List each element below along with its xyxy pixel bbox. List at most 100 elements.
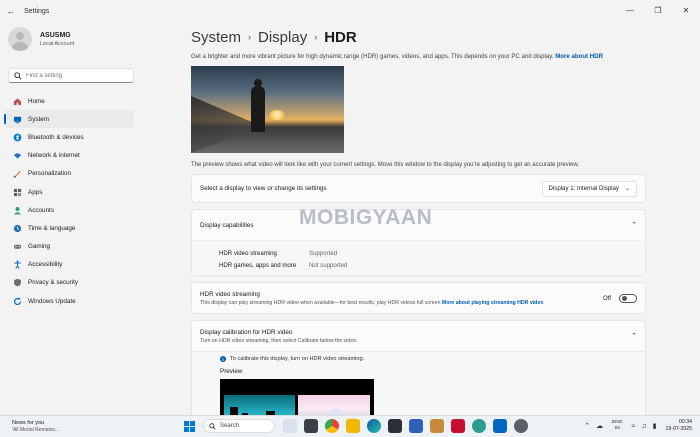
store-icon[interactable] [388,419,402,433]
chevron-up-icon: ⌃ [631,222,637,229]
file-explorer-icon[interactable] [346,419,360,433]
sidebar-item-gaming[interactable]: Gaming [4,238,134,256]
close-button[interactable]: ✕ [672,0,700,20]
chevron-right-icon: › [248,32,252,42]
streaming-hdr-link[interactable]: More about playing streaming HDR video [442,300,543,306]
maximize-button[interactable]: ❐ [644,0,672,20]
region-code: IN [614,426,620,431]
calibration-card: Display calibration for HDR video Turn o… [191,320,646,415]
gaming-icon [13,242,22,251]
clock[interactable]: 00:34 19-07-2025 [665,419,692,433]
battery-icon[interactable]: ▮ [653,422,657,430]
search-box[interactable] [8,68,134,83]
profile-name: ASUSMG [40,31,71,39]
profile[interactable]: ASUSMG Local Account [0,22,142,56]
calibration-info-text: To calibrate this display, turn on HDR v… [230,356,365,362]
edge-icon[interactable] [367,419,381,433]
taskbar-search-label: Search [220,423,240,429]
avatar [8,27,32,51]
taskbar-search[interactable]: Search [203,419,275,433]
start-button[interactable] [182,419,196,433]
mail-app-icon[interactable] [493,419,507,433]
accounts-icon [13,206,22,215]
title-bar: ← Settings — ❐ ✕ [0,0,700,22]
volume-icon[interactable]: ♫ [641,423,646,430]
bluetooth-icon [13,133,22,142]
display-select-dropdown[interactable]: Display 1: Internal Display ⌄ [541,180,637,197]
breadcrumb-system[interactable]: System [191,29,241,46]
preview-person [251,79,265,132]
sidebar-item-accessibility[interactable]: Accessibility [4,256,134,274]
calibration-city-image [224,395,295,415]
sidebar-item-label: System [28,115,49,123]
hdr-streaming-toggle-wrap: Off [603,293,637,303]
wifi-icon[interactable]: ≈ [632,423,636,430]
hdr-streaming-toggle[interactable] [619,293,637,303]
capability-value: Not supported [309,261,348,269]
language-indicator[interactable]: ENG IN [612,420,622,432]
sidebar-item-home[interactable]: Home [4,92,134,110]
system-tray: ⌃ ☁ ENG IN ≈ ♫ ▮ 00:34 19-07-2025 [581,419,692,433]
maximize-icon: ❐ [654,5,662,15]
brown-app-icon[interactable] [430,419,444,433]
sidebar-item-apps[interactable]: Apps [4,183,134,201]
sidebar-item-label: Bluetooth & devices [28,133,84,141]
window-title: Settings [24,7,50,15]
privacy-shield-icon [13,278,22,288]
search-input[interactable] [26,72,126,79]
calibration-mountain-image [298,395,370,415]
calibration-title: Display calibration for HDR video [200,328,293,336]
hdr-preview-video[interactable] [191,66,344,153]
settings-gear-icon[interactable] [514,419,528,433]
breadcrumb-display[interactable]: Display [258,29,307,46]
news-subtitle: 'All Mortal Remains... [12,427,60,433]
taskbar-center: Search [182,419,535,433]
mountain [316,407,356,415]
back-button[interactable]: ← [0,0,22,22]
sidebar-item-label: Time & language [28,224,76,232]
intro-description: Get a brighter and more vibrant picture … [191,53,554,60]
cloud-icon[interactable]: ☁ [596,422,603,430]
apps-icon [13,188,22,197]
windows-logo-icon [183,420,195,432]
windows-update-icon [13,297,22,306]
sidebar-nav: Home System Bluetooth & devices Network … [0,92,142,310]
capabilities-table: HDR video streaming Supported HDR games,… [192,240,645,275]
chevron-up-icon[interactable]: ⌃ [584,422,590,430]
capability-value: Supported [309,249,338,257]
sidebar-item-windows-update[interactable]: Windows Update [4,292,134,310]
sidebar-item-time-language[interactable]: Time & language [4,219,134,237]
sidebar-item-privacy-security[interactable]: Privacy & security [4,274,134,292]
chrome-icon[interactable] [325,419,339,433]
hdr-streaming-card: HDR video streaming This display can pla… [191,282,646,314]
hdr-streaming-title: HDR video streaming [200,290,260,298]
search-icon [14,71,22,80]
more-about-hdr-link[interactable]: More about HDR [555,53,603,60]
task-view-icon[interactable] [304,419,318,433]
sidebar-item-label: Accessibility [28,261,63,269]
calibration-preview-label: Preview [220,368,243,375]
calibration-preview-area: Preview [192,362,645,415]
sidebar-item-system[interactable]: System [4,110,134,129]
calibration-description: Turn on HDR video streaming, then select… [200,337,358,344]
news-widget[interactable]: News for you 'All Mortal Remains... [12,420,59,433]
table-row: HDR games, apps and more Not supported [219,259,645,271]
widget-app-icon[interactable] [283,419,297,433]
blue-app-icon[interactable] [409,419,423,433]
news-title: News for you [12,420,45,426]
preview-railing [191,96,251,153]
profile-account-type: Local Account [40,40,75,47]
sidebar-item-accounts[interactable]: Accounts [4,201,134,219]
sidebar-item-personalization[interactable]: Personalization [4,165,134,183]
sidebar-item-network[interactable]: Network & internet [4,147,134,165]
sidebar-item-bluetooth[interactable]: Bluetooth & devices [4,128,134,146]
red-app-icon[interactable] [451,419,465,433]
minimize-button[interactable]: — [616,0,644,20]
sidebar: ASUSMG Local Account Home System Bluetoo… [0,22,142,415]
preview-note: The preview shows what video will look l… [191,162,580,168]
calibration-header[interactable]: Display calibration for HDR video Turn o… [192,321,645,351]
sidebar-item-label: Apps [28,188,43,196]
clock-date: 19-07-2025 [665,426,692,432]
teal-app-icon[interactable] [472,419,486,433]
close-icon: ✕ [682,5,690,15]
